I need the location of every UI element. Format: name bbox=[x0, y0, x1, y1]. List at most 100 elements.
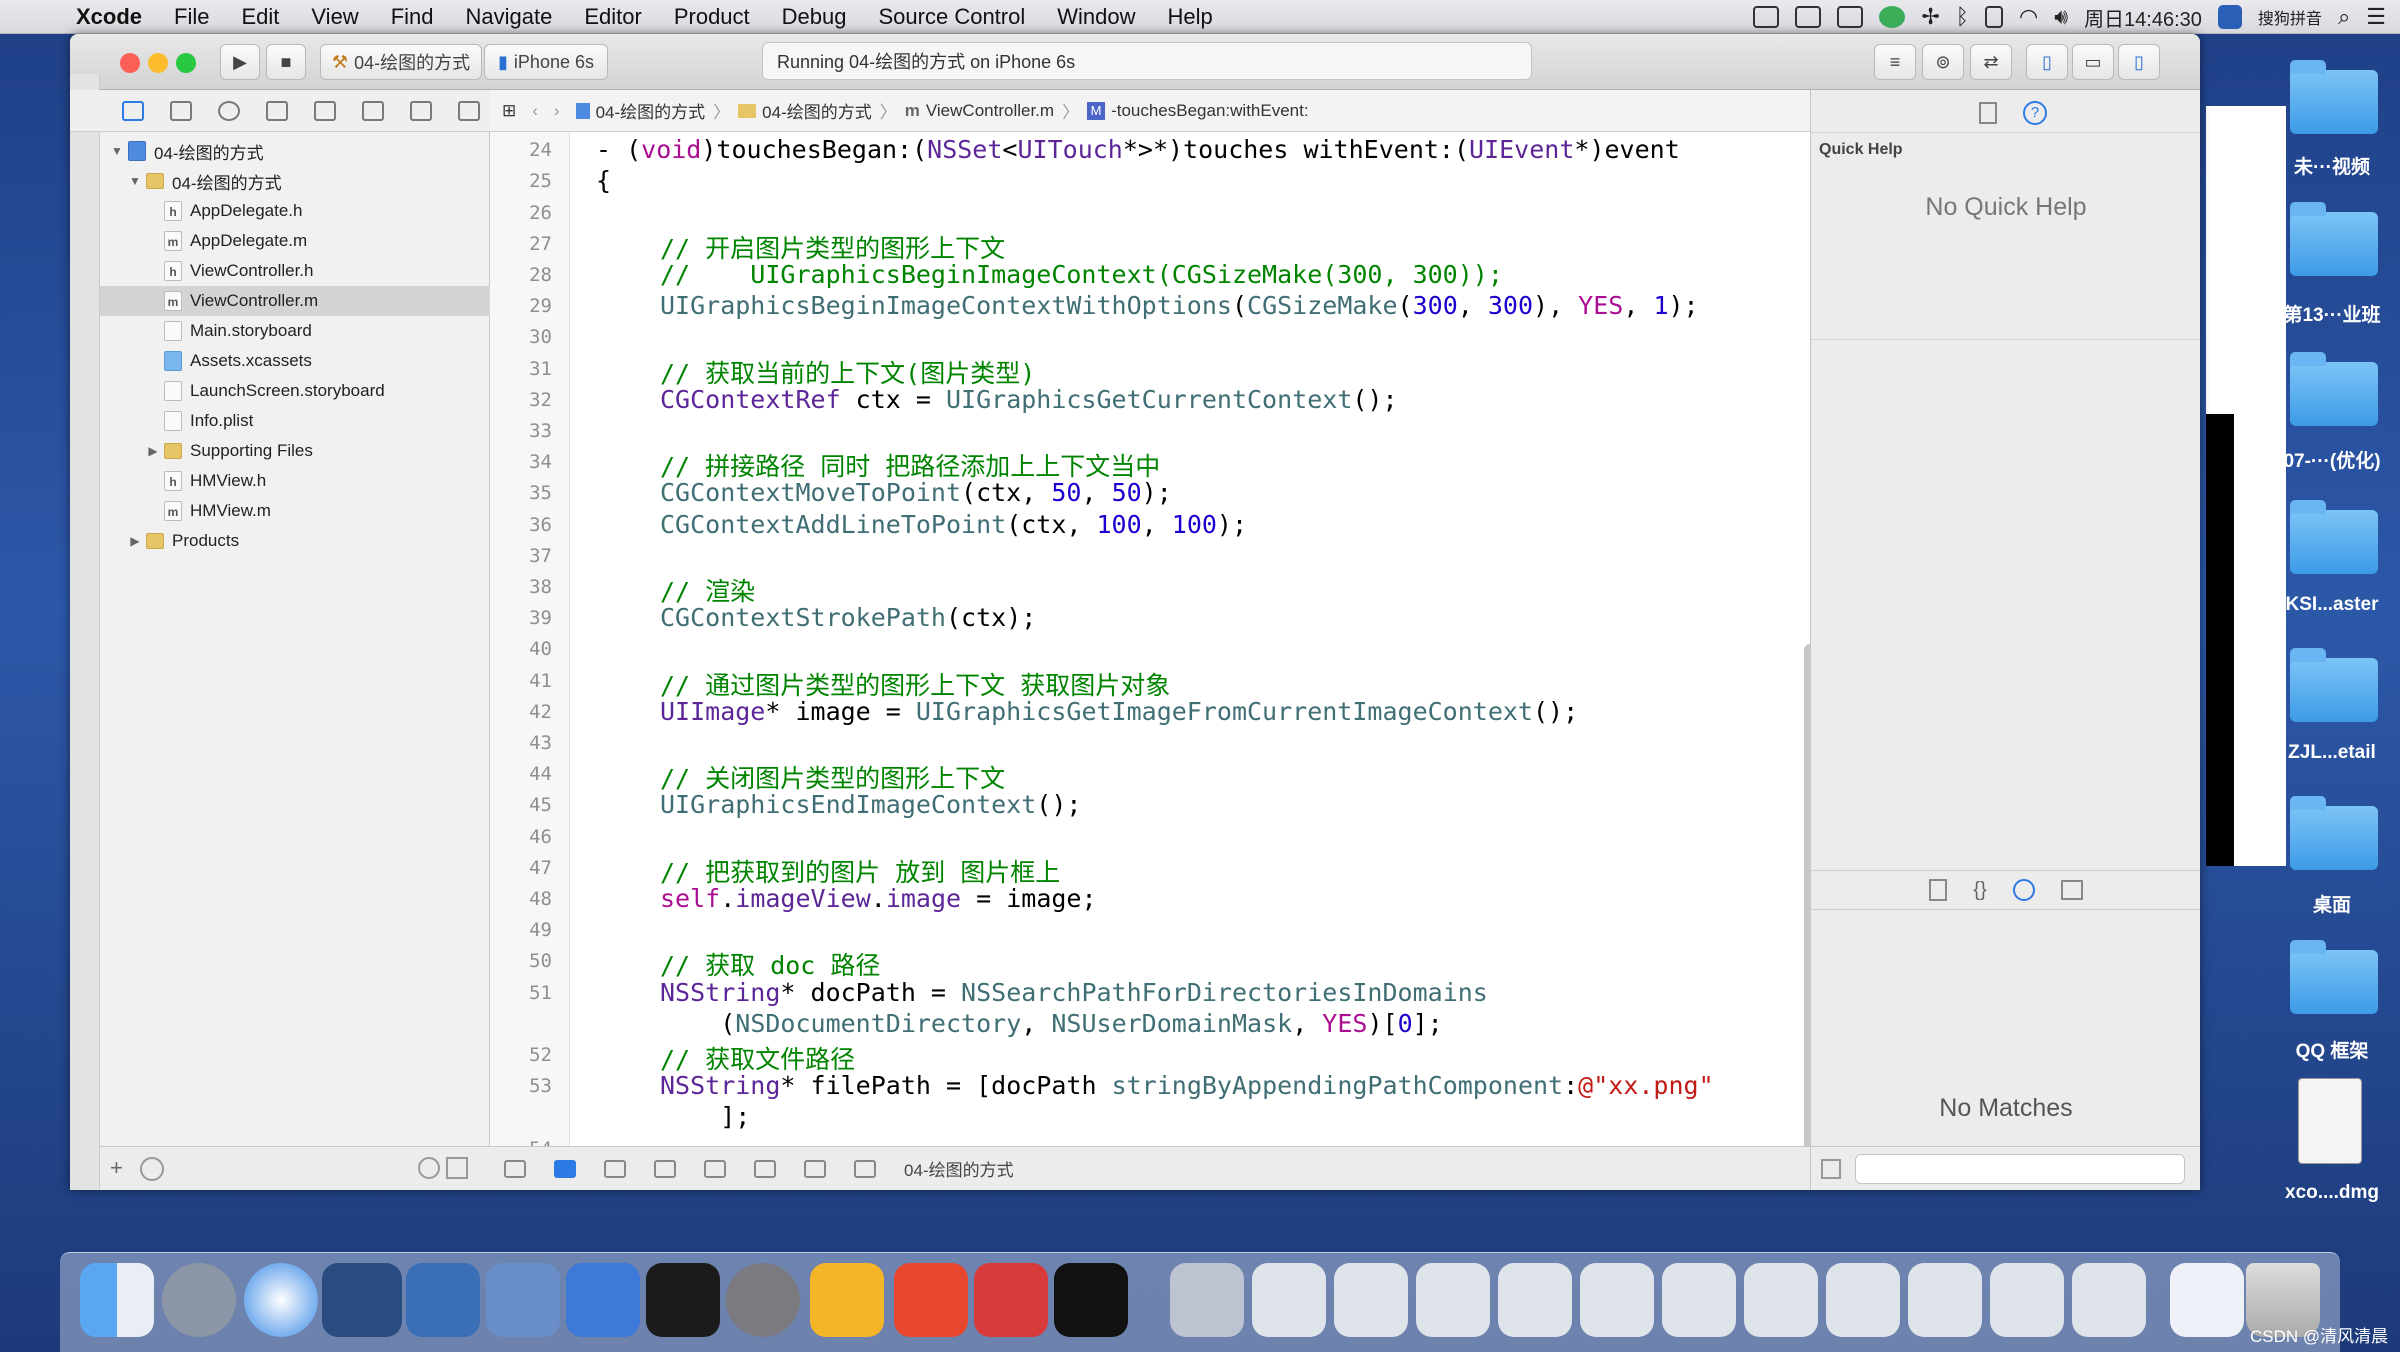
code-line[interactable]: CGContextStrokePath(ctx); bbox=[660, 603, 1036, 632]
code-line[interactable]: UIGraphicsBeginImageContextWithOptions(C… bbox=[660, 291, 1699, 320]
pin-icon[interactable]: ✢ bbox=[1921, 4, 1939, 30]
downloads-stack-icon[interactable] bbox=[2170, 1263, 2244, 1337]
navigator-item[interactable]: ▼ 04-绘图的方式 bbox=[100, 166, 490, 196]
breakpoints-toggle-icon[interactable] bbox=[554, 1159, 576, 1178]
menu-editor[interactable]: Editor bbox=[568, 4, 657, 30]
menu-window[interactable]: Window bbox=[1041, 4, 1151, 30]
toggle-navigator-button[interactable]: ▯ bbox=[2026, 44, 2068, 80]
console-icon[interactable] bbox=[1054, 1263, 1128, 1337]
view-debugger-icon[interactable] bbox=[804, 1159, 826, 1178]
window-thumbnail-icon[interactable] bbox=[1662, 1263, 1736, 1337]
device-selector[interactable]: ▮ iPhone 6s bbox=[484, 44, 608, 80]
desktop-folder-icon[interactable] bbox=[2290, 940, 2378, 1014]
breadcrumb-project[interactable]: 04-绘图的方式 bbox=[568, 98, 714, 123]
desktop-folder-icon[interactable] bbox=[2290, 648, 2378, 722]
filter-icon[interactable] bbox=[140, 1157, 164, 1181]
navigator-item[interactable]: m ViewController.m bbox=[100, 286, 490, 316]
navigator-item[interactable]: Info.plist bbox=[100, 406, 490, 436]
window-thumbnail-icon[interactable] bbox=[1826, 1263, 1900, 1337]
wifi-icon[interactable]: ◠ bbox=[2019, 4, 2038, 30]
disclosure-triangle-icon[interactable]: ▼ bbox=[110, 144, 124, 158]
sketch-icon[interactable] bbox=[810, 1263, 884, 1337]
close-button-icon[interactable] bbox=[120, 53, 140, 73]
run-button[interactable]: ▶ bbox=[220, 44, 260, 80]
grid-view-icon[interactable] bbox=[1821, 1159, 1841, 1179]
standard-editor-button[interactable]: ≡ bbox=[1874, 44, 1916, 80]
back-button-icon[interactable]: ‹ bbox=[524, 101, 546, 121]
symbol-navigator-icon[interactable] bbox=[170, 100, 192, 121]
code-line[interactable]: CGContextAddLineToPoint(ctx, 100, 100); bbox=[660, 510, 1247, 539]
app-icon[interactable] bbox=[974, 1263, 1048, 1337]
display-mirror-icon[interactable] bbox=[1795, 6, 1822, 28]
navigator-item[interactable]: ▼ 04-绘图的方式 bbox=[100, 136, 490, 166]
screen-record-icon[interactable] bbox=[1753, 6, 1780, 28]
code-line[interactable]: UIImage* image = UIGraphicsGetImageFromC… bbox=[660, 697, 1578, 726]
step-out-icon[interactable] bbox=[754, 1159, 776, 1178]
xcode-icon[interactable] bbox=[486, 1263, 560, 1337]
code-line[interactable]: NSString* docPath = NSSearchPathForDirec… bbox=[660, 978, 1488, 1007]
pages-icon[interactable] bbox=[894, 1263, 968, 1337]
desktop-label[interactable]: 桌面 bbox=[2262, 890, 2400, 917]
system-preferences-icon[interactable] bbox=[726, 1263, 800, 1337]
menu-edit[interactable]: Edit bbox=[225, 4, 295, 30]
launchpad-icon[interactable] bbox=[162, 1263, 236, 1337]
window-thumbnail-icon[interactable] bbox=[1334, 1263, 1408, 1337]
code-line[interactable]: self.imageView.image = image; bbox=[660, 884, 1097, 913]
breakpoint-navigator-icon[interactable] bbox=[410, 100, 432, 121]
navigator-item[interactable]: m HMView.m bbox=[100, 496, 490, 526]
navigator-item[interactable]: Assets.xcassets bbox=[100, 346, 490, 376]
scm-status-icon[interactable] bbox=[446, 1157, 468, 1179]
window-thumbnail-icon[interactable] bbox=[1744, 1263, 1818, 1337]
breadcrumb-group[interactable]: 04-绘图的方式 bbox=[730, 98, 880, 123]
instruments-icon[interactable] bbox=[566, 1263, 640, 1337]
window-thumbnail-icon[interactable] bbox=[2072, 1263, 2146, 1337]
issue-navigator-icon[interactable] bbox=[266, 100, 288, 121]
menu-help[interactable]: Help bbox=[1152, 4, 1229, 30]
window-thumbnail-icon[interactable] bbox=[1498, 1263, 1572, 1337]
breadcrumb-method[interactable]: M -touchesBegan:withEvent: bbox=[1079, 101, 1317, 121]
finder-icon[interactable] bbox=[80, 1263, 154, 1337]
code-line[interactable]: - (void)touchesBegan:(NSSet<UITouch*>*)t… bbox=[596, 135, 1680, 164]
camera-icon[interactable] bbox=[1837, 6, 1864, 28]
object-library-icon[interactable] bbox=[2012, 879, 2035, 901]
forward-button-icon[interactable]: › bbox=[546, 101, 568, 121]
source-editor[interactable]: 2324252627282930313233343536373839404142… bbox=[490, 132, 1810, 1146]
menu-app-name[interactable]: Xcode bbox=[60, 4, 158, 30]
window-thumbnail-icon[interactable] bbox=[1252, 1263, 1326, 1337]
step-over-icon[interactable] bbox=[654, 1159, 676, 1178]
safari-icon[interactable] bbox=[244, 1263, 318, 1337]
notification-center-icon[interactable]: ☰ bbox=[2366, 4, 2386, 30]
ime-icon[interactable] bbox=[2217, 5, 2242, 29]
find-navigator-icon[interactable] bbox=[218, 100, 240, 121]
add-icon[interactable]: + bbox=[110, 1155, 123, 1181]
stop-button[interactable]: ■ bbox=[266, 44, 306, 80]
desktop-folder-icon[interactable] bbox=[2290, 202, 2378, 276]
dmg-file-icon[interactable] bbox=[2298, 1078, 2362, 1164]
navigator-item[interactable]: ▶ Supporting Files bbox=[100, 436, 490, 466]
minimize-button-icon[interactable] bbox=[148, 53, 168, 73]
menu-view[interactable]: View bbox=[295, 4, 374, 30]
project-navigator-icon[interactable] bbox=[122, 100, 144, 121]
spotlight-icon[interactable]: ⌕ bbox=[2338, 4, 2350, 30]
menu-find[interactable]: Find bbox=[375, 4, 450, 30]
window-thumbnail-icon[interactable] bbox=[1416, 1263, 1490, 1337]
window-thumbnail-icon[interactable] bbox=[1990, 1263, 2064, 1337]
code-line[interactable]: CGContextMoveToPoint(ctx, 50, 50); bbox=[660, 478, 1172, 507]
recent-files-icon[interactable] bbox=[418, 1157, 440, 1179]
menu-source-control[interactable]: Source Control bbox=[863, 4, 1042, 30]
code-line[interactable]: ]; bbox=[660, 1102, 750, 1131]
assistant-editor-button[interactable]: ⊚ bbox=[1922, 44, 1964, 80]
disclosure-triangle-icon[interactable]: ▶ bbox=[146, 444, 160, 458]
menu-file[interactable]: File bbox=[158, 4, 225, 30]
desktop-folder-icon[interactable] bbox=[2290, 352, 2378, 426]
clock[interactable]: 周日14:46:30 bbox=[2084, 3, 2202, 32]
breadcrumb-file[interactable]: m ViewController.m bbox=[897, 101, 1062, 121]
window-thumbnail-icon[interactable] bbox=[1580, 1263, 1654, 1337]
desktop-label[interactable]: xco....dmg bbox=[2262, 1182, 2400, 1204]
navigator-item[interactable]: h HMView.h bbox=[100, 466, 490, 496]
quicktime-icon[interactable] bbox=[1170, 1263, 1244, 1337]
hide-debug-area-icon[interactable] bbox=[504, 1159, 526, 1178]
mouse-app-icon[interactable] bbox=[322, 1263, 402, 1337]
desktop-folder-icon[interactable] bbox=[2290, 60, 2378, 134]
desktop-folder-icon[interactable] bbox=[2290, 500, 2378, 574]
